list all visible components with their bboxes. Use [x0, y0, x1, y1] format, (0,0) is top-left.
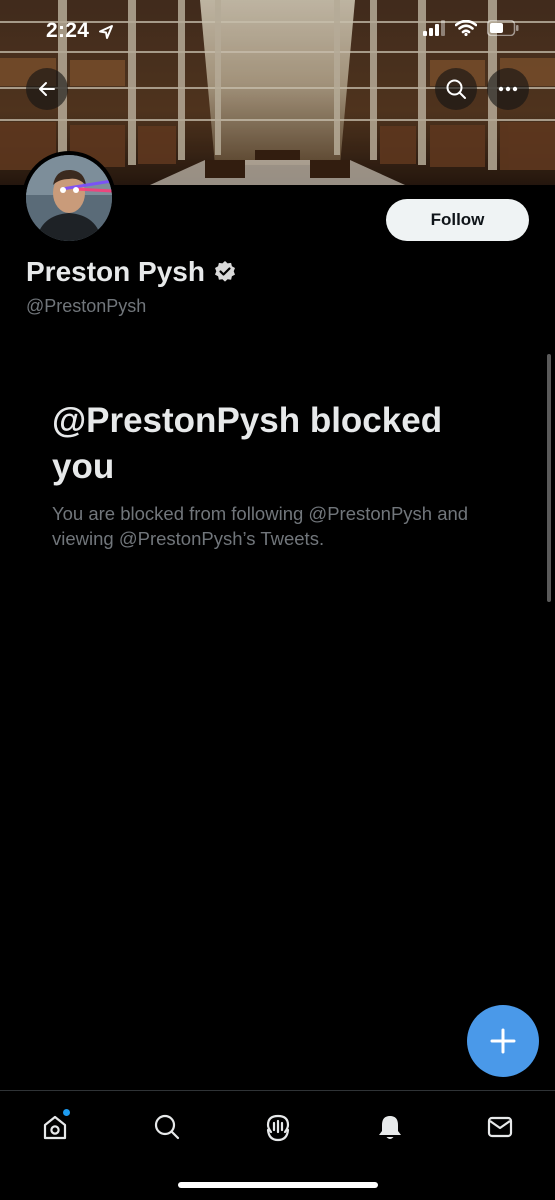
status-time: 2:24: [46, 19, 90, 42]
blocked-message: You are blocked from following @PrestonP…: [52, 503, 469, 549]
follow-button[interactable]: Follow: [386, 199, 529, 241]
spaces-icon: [266, 1114, 290, 1142]
more-button[interactable]: [487, 68, 529, 110]
search-icon: [154, 1114, 180, 1140]
back-button[interactable]: [26, 68, 68, 110]
wifi-icon: [455, 20, 477, 36]
plus-icon: [490, 1028, 516, 1054]
battery-icon: [487, 20, 519, 36]
home-new-indicator: [63, 1109, 70, 1116]
home-indicator[interactable]: [178, 1182, 378, 1188]
verified-badge-icon: [214, 261, 235, 282]
tab-messages[interactable]: [480, 1107, 520, 1147]
avatar[interactable]: [22, 151, 116, 245]
profile-photo: [26, 155, 112, 241]
scroll-indicator[interactable]: [547, 354, 551, 602]
tab-spaces[interactable]: [258, 1107, 298, 1147]
cellular-signal-icon: [423, 20, 445, 36]
display-name: Preston Pysh: [26, 256, 205, 287]
tab-home[interactable]: [35, 1107, 75, 1147]
blocked-title: @PrestonPysh blocked you: [52, 401, 443, 486]
search-icon: [446, 79, 466, 99]
tab-notifications[interactable]: [370, 1107, 410, 1147]
notifications-icon: [379, 1116, 401, 1139]
status-bar: 2:24: [0, 0, 555, 62]
compose-button[interactable]: [467, 1005, 539, 1077]
more-icon: [498, 86, 518, 92]
search-button[interactable]: [435, 68, 477, 110]
tab-search[interactable]: [147, 1107, 187, 1147]
location-arrow-icon: [99, 25, 113, 39]
arrow-left-icon: [39, 82, 55, 96]
profile-name-row: Preston Pysh: [26, 256, 237, 288]
messages-icon: [487, 1116, 513, 1138]
status-icons: [423, 20, 519, 36]
home-icon: [43, 1115, 67, 1140]
handle: @PrestonPysh: [26, 296, 147, 316]
